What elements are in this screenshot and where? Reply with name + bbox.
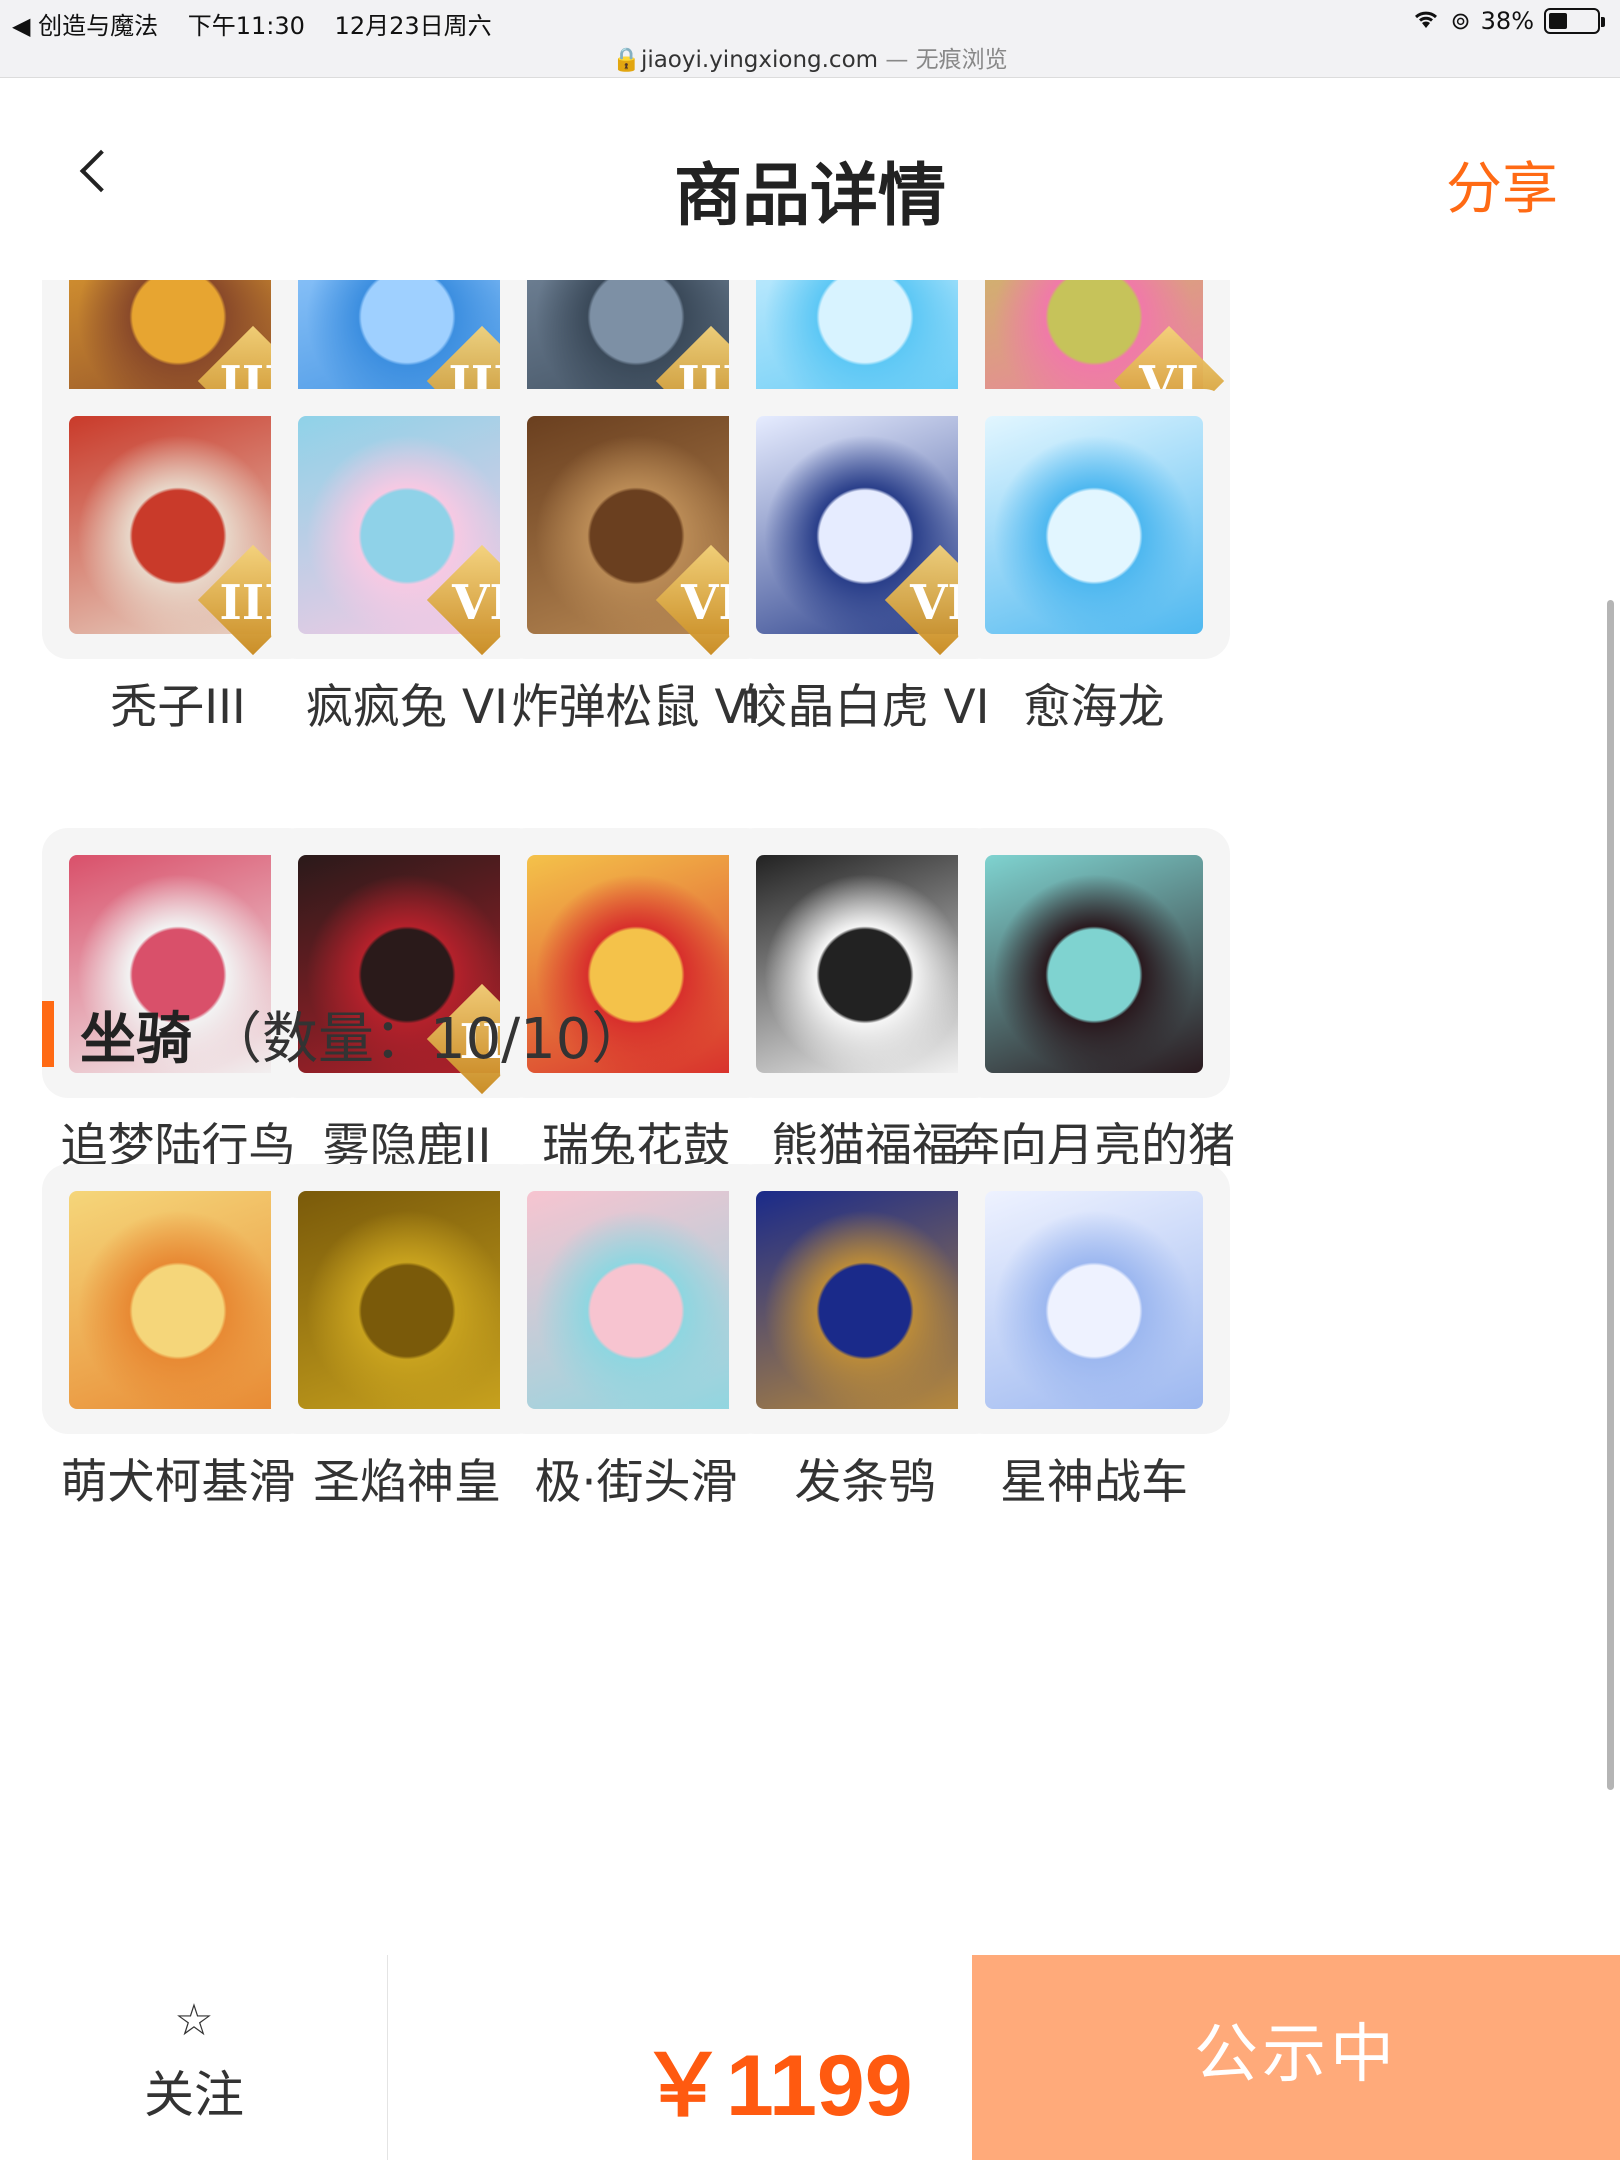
item-artwork [527,1191,745,1409]
item-artwork-figure [298,1191,516,1409]
price: ￥1199 [640,2038,913,2134]
section-title: 坐骑 [80,1006,192,1072]
section-heading-mounts: 坐骑 （数量：10/10） [42,998,647,1072]
status-bar: ◀ 创造与魔法 下午11:30 12月23日周六 ⊚ 38% 🔒jiaoyi.y… [0,0,1620,78]
item-name: 愈海龙 [1023,680,1165,735]
item-artwork [985,855,1203,1073]
status-date: 12月23日周六 [334,12,492,40]
url-bar[interactable]: 🔒jiaoyi.yingxiong.com — 无痕浏览 [0,40,1620,74]
item-artwork-figure [985,416,1203,634]
item-thumbnail[interactable] [958,828,1230,1098]
status-right: ⊚ 38% [1411,6,1605,36]
item-artwork [756,1191,974,1409]
bottom-bar: ☆ 关注 ￥1199 公示中 [0,1955,1620,2160]
item-artwork [69,1191,287,1409]
back-to-app[interactable]: ◀ 创造与魔法 [12,12,158,40]
item-artwork-figure [527,1191,745,1409]
item-artwork-figure [69,1191,287,1409]
lock-icon: 🔒 [612,47,641,73]
follow-button[interactable]: ☆ 关注 [0,1955,388,2160]
item-artwork-figure [756,1191,974,1409]
battery-icon [1544,8,1605,34]
item-thumbnail[interactable] [958,389,1230,659]
item-name: 星神战车 [1000,1455,1188,1510]
follow-label: 关注 [144,2066,244,2124]
item-artwork [985,416,1203,634]
wifi-icon [1411,6,1441,36]
page-title: 商品详情 [673,157,946,236]
url-text: jiaoyi.yingxiong.com [640,47,879,73]
battery-percent: 38% [1480,7,1534,35]
lock-rotation-icon: ⊚ [1450,7,1471,35]
pet-item[interactable]: 愈海龙 [958,389,1230,745]
star-icon: ☆ [174,1995,214,2046]
item-artwork [985,1191,1203,1409]
page-header: 商品详情 分享 [0,80,1620,280]
status-time: 下午11:30 [187,12,305,40]
section-accent-bar [42,1001,54,1067]
item-artwork-figure [985,855,1203,1073]
battery-level [1549,13,1567,29]
item-artwork [298,1191,516,1409]
item-artwork-figure [756,855,974,1073]
status-button[interactable]: 公示中 [972,1955,1620,2160]
section-count: （数量：10/10） [206,1006,648,1072]
item-artwork-figure [985,1191,1203,1409]
status-left: ◀ 创造与魔法 下午11:30 12月23日周六 [12,6,514,41]
item-artwork [756,855,974,1073]
scrollbar[interactable] [1607,600,1614,1790]
share-button[interactable]: 分享 [1446,144,1558,225]
mount-item[interactable]: 星神战车 [958,1164,1230,1520]
content-scroll-area[interactable]: III狼人巫祝 IIIIII淘气仙灵IIIIII磐石巨人 III愈海龙VI粉抱抱… [0,280,1620,1955]
item-thumbnail[interactable] [958,1164,1230,1434]
private-mode-label: — 无痕浏览 [878,47,1008,73]
